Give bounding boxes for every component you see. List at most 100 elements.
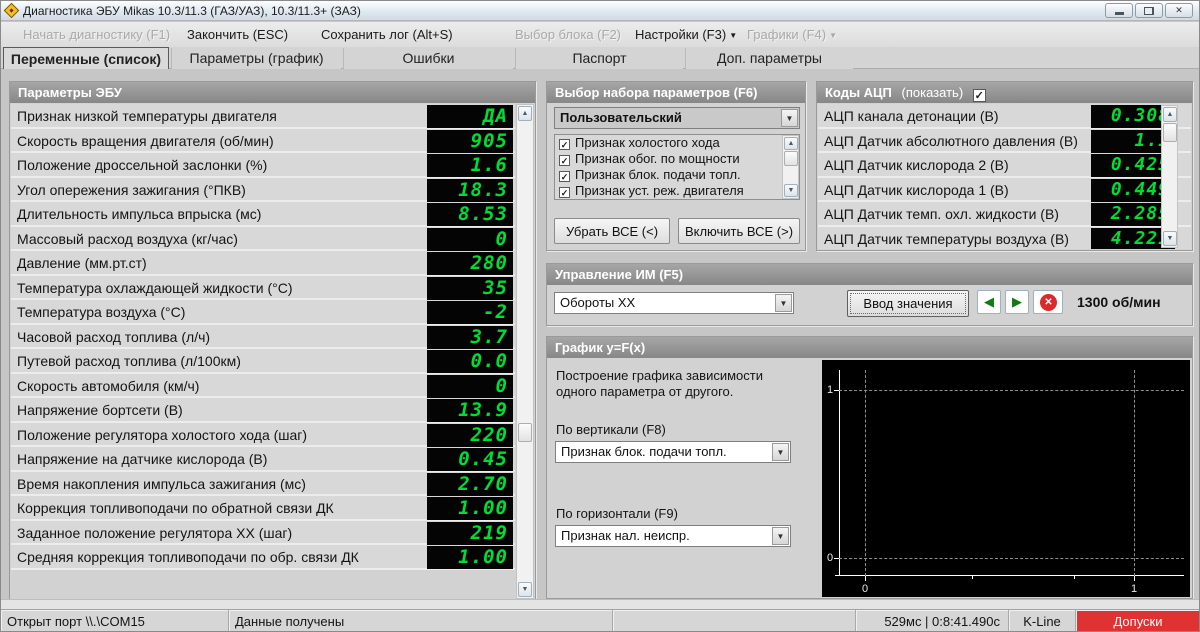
chevron-down-icon[interactable]: ▼ [772,443,789,461]
menu-save-log[interactable]: Сохранить лог (Alt+S) [315,22,459,47]
checkbox-label: Признак уст. реж. двигателя [575,183,744,198]
chevron-down-icon[interactable]: ▼ [775,294,792,312]
vertical-axis-combobox[interactable]: Признак блок. подачи топл. ▼ [555,441,791,463]
tab-errors[interactable]: Ошибки [343,48,513,69]
list-item[interactable]: ✓ Признак уст. реж. двигателя [555,183,799,199]
param-value-led: 1.00 [427,497,513,520]
im-panel-title: Управление ИМ (F5) [547,264,1192,285]
scroll-down-icon[interactable]: ▼ [518,582,532,597]
include-all-button[interactable]: Включить ВСЕ (>) [678,218,800,244]
table-row[interactable]: АЦП Датчик кислорода 2 (В) 0.425 [818,153,1191,178]
table-row[interactable]: Температура воздуха (°С) -2 [11,300,515,325]
step-left-button[interactable]: ◀ [977,290,1001,314]
minimize-icon [1114,12,1124,15]
tab-variables-list[interactable]: Переменные (список) [3,47,169,69]
horizontal-axis-label: По горизонтали (F9) [556,506,678,521]
param-label: Напряжение бортсети (В) [17,402,183,418]
ecu-scrollbar[interactable]: ▲ ▼ [516,104,534,599]
table-row[interactable]: Давление (мм.рт.ст) 280 [11,251,515,276]
tab-passport[interactable]: Паспорт [515,48,683,69]
chevron-down-icon[interactable]: ▼ [772,527,789,545]
scroll-up-icon[interactable]: ▲ [518,106,532,121]
table-row[interactable]: Признак низкой температуры двигателя ДА [11,104,515,129]
list-item[interactable]: ✓ Признак обог. по мощности [555,151,799,167]
table-row[interactable]: Напряжение на датчике кислорода (В) 0.45 [11,447,515,472]
menu-settings[interactable]: Настройки (F3) ▼ [629,22,743,47]
param-value-led: 905 [427,129,513,153]
table-row[interactable]: Угол опережения зажигания (°ПКВ) 18.3 [11,177,515,202]
remove-all-button[interactable]: Убрать ВСЕ (<) [554,218,670,244]
table-row[interactable]: Длительность импульса впрыска (мс) 8.53 [11,202,515,227]
x-tick [865,576,866,581]
table-row[interactable]: Скорость автомобиля (км/ч) 0 [11,373,515,398]
table-row[interactable]: Путевой расход топлива (л/100км) 0.0 [11,349,515,374]
scroll-thumb[interactable] [1163,123,1177,142]
menu-finish[interactable]: Закончить (ESC) [181,22,294,47]
table-row[interactable]: АЦП Датчик температуры воздуха (В) 4.221 [818,226,1191,249]
param-value-led: 3.7 [427,325,513,349]
param-label: Средняя коррекция топливоподачи по обр. … [17,549,359,565]
scroll-thumb[interactable] [518,423,532,442]
app-window: Диагностика ЭБУ Mikas 10.3/11.3 (ГАЗ/УАЗ… [0,0,1200,632]
ecu-panel-title: Параметры ЭБУ [10,82,535,103]
scroll-down-icon[interactable]: ▼ [1163,231,1177,246]
close-button[interactable]: ✕ [1165,3,1193,18]
chevron-down-icon: ▼ [829,31,838,40]
gridline-x1 [1134,370,1135,576]
table-row[interactable]: АЦП Датчик кислорода 1 (В) 0.449 [818,177,1191,202]
table-row[interactable]: Заданное положение регулятора ХХ (шаг) 2… [11,520,515,545]
tab-parameters-graph[interactable]: Параметры (график) [171,48,341,69]
table-row[interactable]: Время накопления импульса зажигания (мс)… [11,471,515,496]
parameter-set-combobox[interactable]: Пользовательский ▼ [554,107,800,129]
param-label: Угол опережения зажигания (°ПКВ) [17,181,246,198]
window-controls: ✕ [1105,3,1193,18]
adc-scrollbar[interactable]: ▲ ▼ [1161,105,1178,248]
table-row[interactable]: Положение дроссельной заслонки (%) 1.6 [11,153,515,178]
table-row[interactable]: Напряжение бортсети (В) 13.9 [11,398,515,423]
param-label: Коррекция топливоподачи по обратной связ… [17,500,334,516]
list-item[interactable]: ✓ Признак холостого хода [555,135,799,151]
scroll-down-icon[interactable]: ▼ [784,184,798,197]
minimize-button[interactable] [1105,3,1133,18]
vertical-axis-selected: Признак блок. подачи топл. [561,444,727,459]
menu-start-diagnostics: Начать диагностику (F1) [23,27,171,42]
x-minor-tick [972,576,973,579]
list-item[interactable]: ✓ Признак блок. подачи топл. [555,167,799,183]
chevron-down-icon[interactable]: ▼ [781,109,798,127]
horizontal-axis-selected: Признак нал. неиспр. [561,528,690,543]
table-row[interactable]: Массовый расход воздуха (кг/час) 0 [11,226,515,251]
param-value-led: 35 [427,276,513,300]
param-label: Температура воздуха (°С) [17,304,186,320]
checkbox-checked-icon[interactable]: ✓ [559,171,570,182]
scroll-up-icon[interactable]: ▲ [1163,107,1177,122]
table-row[interactable]: АЦП Датчик темп. охл. жидкости (В) 2.285 [818,202,1191,227]
table-row[interactable]: Скорость вращения двигателя (об/мин) 905 [11,128,515,153]
stop-button[interactable]: ✕ [1033,290,1063,314]
adc-panel-title: Коды АЦП [825,85,892,100]
tab-extra-parameters[interactable]: Доп. параметры [685,48,853,69]
table-row[interactable]: АЦП канала детонации (В) 0.308 [818,104,1191,129]
table-row[interactable]: Положение регулятора холостого хода (шаг… [11,422,515,447]
checkbox-list-scrollbar[interactable]: ▲ ▼ [782,135,799,199]
table-row[interactable]: Коррекция топливоподачи по обратной связ… [11,496,515,521]
restore-button[interactable] [1135,3,1163,18]
param-value-led: ДА [427,105,513,128]
table-row[interactable]: Часовой расход топлива (л/ч) 3.7 [11,324,515,349]
table-row[interactable]: АЦП Датчик абсолютного давления (В) 1.1 [818,128,1191,153]
graph-panel-title: График y=F(x) [547,337,1192,358]
xy-chart: 1 0 0 1 [822,360,1190,597]
im-combobox[interactable]: Обороты ХХ ▼ [554,292,794,314]
scroll-up-icon[interactable]: ▲ [784,137,798,150]
titlebar: Диагностика ЭБУ Mikas 10.3/11.3 (ГАЗ/УАЗ… [1,1,1199,21]
checkbox-checked-icon[interactable]: ✓ [559,155,570,166]
table-row[interactable]: Средняя коррекция топливоподачи по обр. … [11,545,515,570]
enter-value-button[interactable]: Ввод значения [847,290,969,317]
horizontal-axis-combobox[interactable]: Признак нал. неиспр. ▼ [555,525,791,547]
chevron-down-icon: ▼ [729,31,738,40]
checkbox-checked-icon[interactable]: ✓ [559,187,570,198]
table-row[interactable]: Температура охлаждающей жидкости (°С) 35 [11,275,515,300]
checkbox-checked-icon[interactable]: ✓ [559,139,570,150]
step-right-button[interactable]: ▶ [1005,290,1029,314]
adc-show-checkbox[interactable]: ✓ [972,89,986,102]
scroll-thumb[interactable] [784,151,798,166]
